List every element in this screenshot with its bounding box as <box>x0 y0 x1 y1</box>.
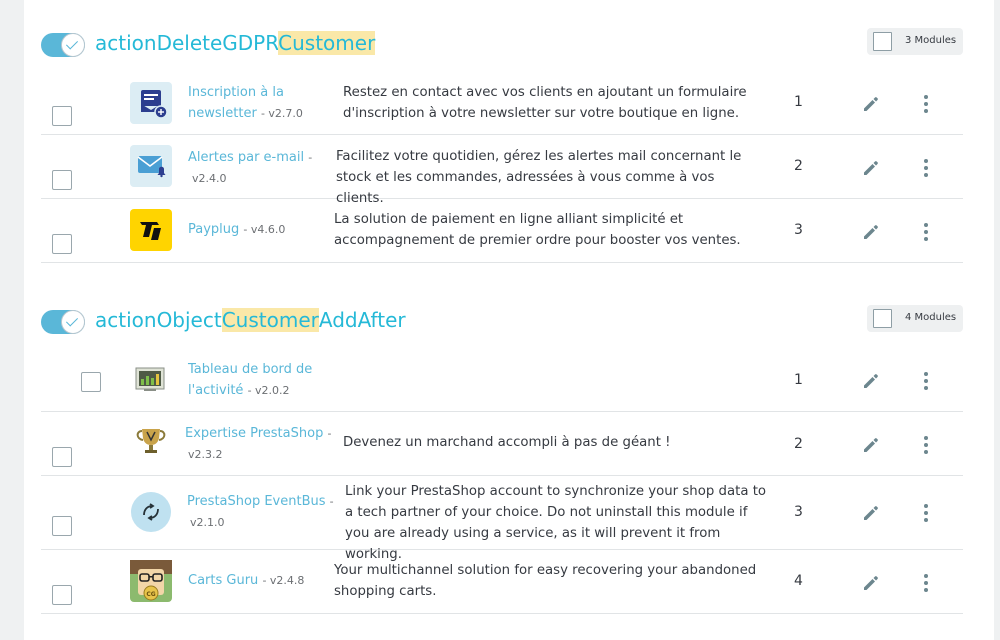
more-options-icon[interactable] <box>921 94 931 114</box>
hook-title: actionDeleteGDPRCustomer <box>95 31 376 55</box>
module-row: Payplug - v4.6.0 La solution de paiement… <box>41 199 963 263</box>
module-position: 2 <box>794 158 803 174</box>
more-options-icon[interactable] <box>921 371 931 391</box>
search-highlight: Customer <box>221 308 319 332</box>
hook-header: actionObjectCustomerAddAfter 4 Modules <box>41 305 963 345</box>
version-separator: - <box>329 495 334 508</box>
modules-count: 4 Modules <box>905 312 957 323</box>
module-checkbox[interactable] <box>52 516 72 536</box>
module-position: 1 <box>794 372 803 388</box>
newsletter-icon <box>130 82 172 124</box>
module-version: v2.3.2 <box>188 448 223 461</box>
module-name[interactable]: Tableau de bord de l'activité - v2.0.2 <box>188 359 328 401</box>
module-name[interactable]: Alertes par e-mail - v2.4.0 <box>188 147 328 189</box>
hook-section: actionDeleteGDPRCustomer 3 Modules Inscr… <box>41 28 963 268</box>
cartsguru-logo: CG <box>130 560 172 602</box>
edit-icon[interactable] <box>862 159 880 177</box>
module-description: Devenez un marchand accompli à pas de gé… <box>343 435 671 450</box>
module-version: - v4.6.0 <box>243 223 286 236</box>
module-name[interactable]: Inscription à la newsletter - v2.7.0 <box>188 82 328 124</box>
module-row: CG Carts Guru - v2.4.8 Your multichannel… <box>41 550 963 614</box>
module-position: 1 <box>794 94 803 110</box>
module-checkbox[interactable] <box>52 170 72 190</box>
module-name[interactable]: Payplug - v4.6.0 <box>188 219 328 240</box>
module-checkbox[interactable] <box>52 234 72 254</box>
payplug-logo <box>130 209 172 251</box>
more-options-icon[interactable] <box>921 435 931 455</box>
module-version: v2.1.0 <box>190 516 225 529</box>
modules-count: 3 Modules <box>905 35 957 46</box>
hook-title: actionObjectCustomerAddAfter <box>95 308 406 332</box>
version-separator: - <box>308 151 313 164</box>
module-name[interactable]: PrestaShop EventBus - v2.1.0 <box>187 491 347 533</box>
dashboard-activity-icon <box>130 358 172 400</box>
edit-icon[interactable] <box>862 504 880 522</box>
mail-alert-icon <box>130 145 172 187</box>
version-separator: - <box>327 427 332 440</box>
check-icon <box>61 310 85 334</box>
module-description: La solution de paiement en ligne alliant… <box>334 212 741 248</box>
select-all-checkbox[interactable] <box>873 32 892 51</box>
module-row: Alertes par e-mail - v2.4.0 Facilitez vot… <box>41 135 963 206</box>
more-options-icon[interactable] <box>921 158 931 178</box>
module-checkbox[interactable] <box>52 585 72 605</box>
eventbus-icon <box>130 491 172 533</box>
module-name[interactable]: Expertise PrestaShop - v2.3.2 <box>185 423 345 465</box>
module-version: - v2.7.0 <box>260 107 303 120</box>
hook-header: actionDeleteGDPRCustomer 3 Modules <box>41 28 963 68</box>
module-description: Your multichannel solution for easy reco… <box>334 563 757 599</box>
module-version: - v2.4.8 <box>262 574 305 587</box>
select-all-modules[interactable]: 4 Modules <box>867 305 963 332</box>
module-description: Restez en contact avec vos clients en aj… <box>343 85 747 121</box>
select-all-modules[interactable]: 3 Modules <box>867 28 963 55</box>
hook-section: actionObjectCustomerAddAfter 4 Modules T… <box>41 305 963 615</box>
svg-text:CG: CG <box>146 591 155 598</box>
search-highlight: Customer <box>278 31 376 55</box>
module-version: - v2.0.2 <box>247 384 290 397</box>
select-all-checkbox[interactable] <box>873 309 892 328</box>
module-position: 4 <box>794 573 803 589</box>
module-row: PrestaShop EventBus - v2.1.0 Link your Pr… <box>41 476 963 562</box>
module-checkbox[interactable] <box>52 106 72 126</box>
edit-icon[interactable] <box>862 372 880 390</box>
edit-icon[interactable] <box>862 223 880 241</box>
more-options-icon[interactable] <box>921 503 931 523</box>
hook-status-toggle[interactable] <box>41 33 85 57</box>
module-checkbox[interactable] <box>52 447 72 467</box>
module-checkbox[interactable] <box>81 372 101 392</box>
module-position: 3 <box>794 504 803 520</box>
edit-icon[interactable] <box>862 436 880 454</box>
module-name[interactable]: Carts Guru - v2.4.8 <box>188 570 328 591</box>
edit-icon[interactable] <box>862 574 880 592</box>
edit-icon[interactable] <box>862 95 880 113</box>
module-row: Tableau de bord de l'activité - v2.0.2 1 <box>41 348 963 412</box>
hook-status-toggle[interactable] <box>41 310 85 334</box>
trophy-icon <box>130 420 172 462</box>
check-icon <box>61 33 85 57</box>
module-version: v2.4.0 <box>192 172 227 185</box>
more-options-icon[interactable] <box>921 222 931 242</box>
more-options-icon[interactable] <box>921 573 931 593</box>
module-position: 3 <box>794 222 803 238</box>
module-row: Inscription à la newsletter - v2.7.0 Res… <box>41 71 963 135</box>
module-row: Expertise PrestaShop - v2.3.2 Devenez un … <box>41 412 963 476</box>
module-position: 2 <box>794 436 803 452</box>
